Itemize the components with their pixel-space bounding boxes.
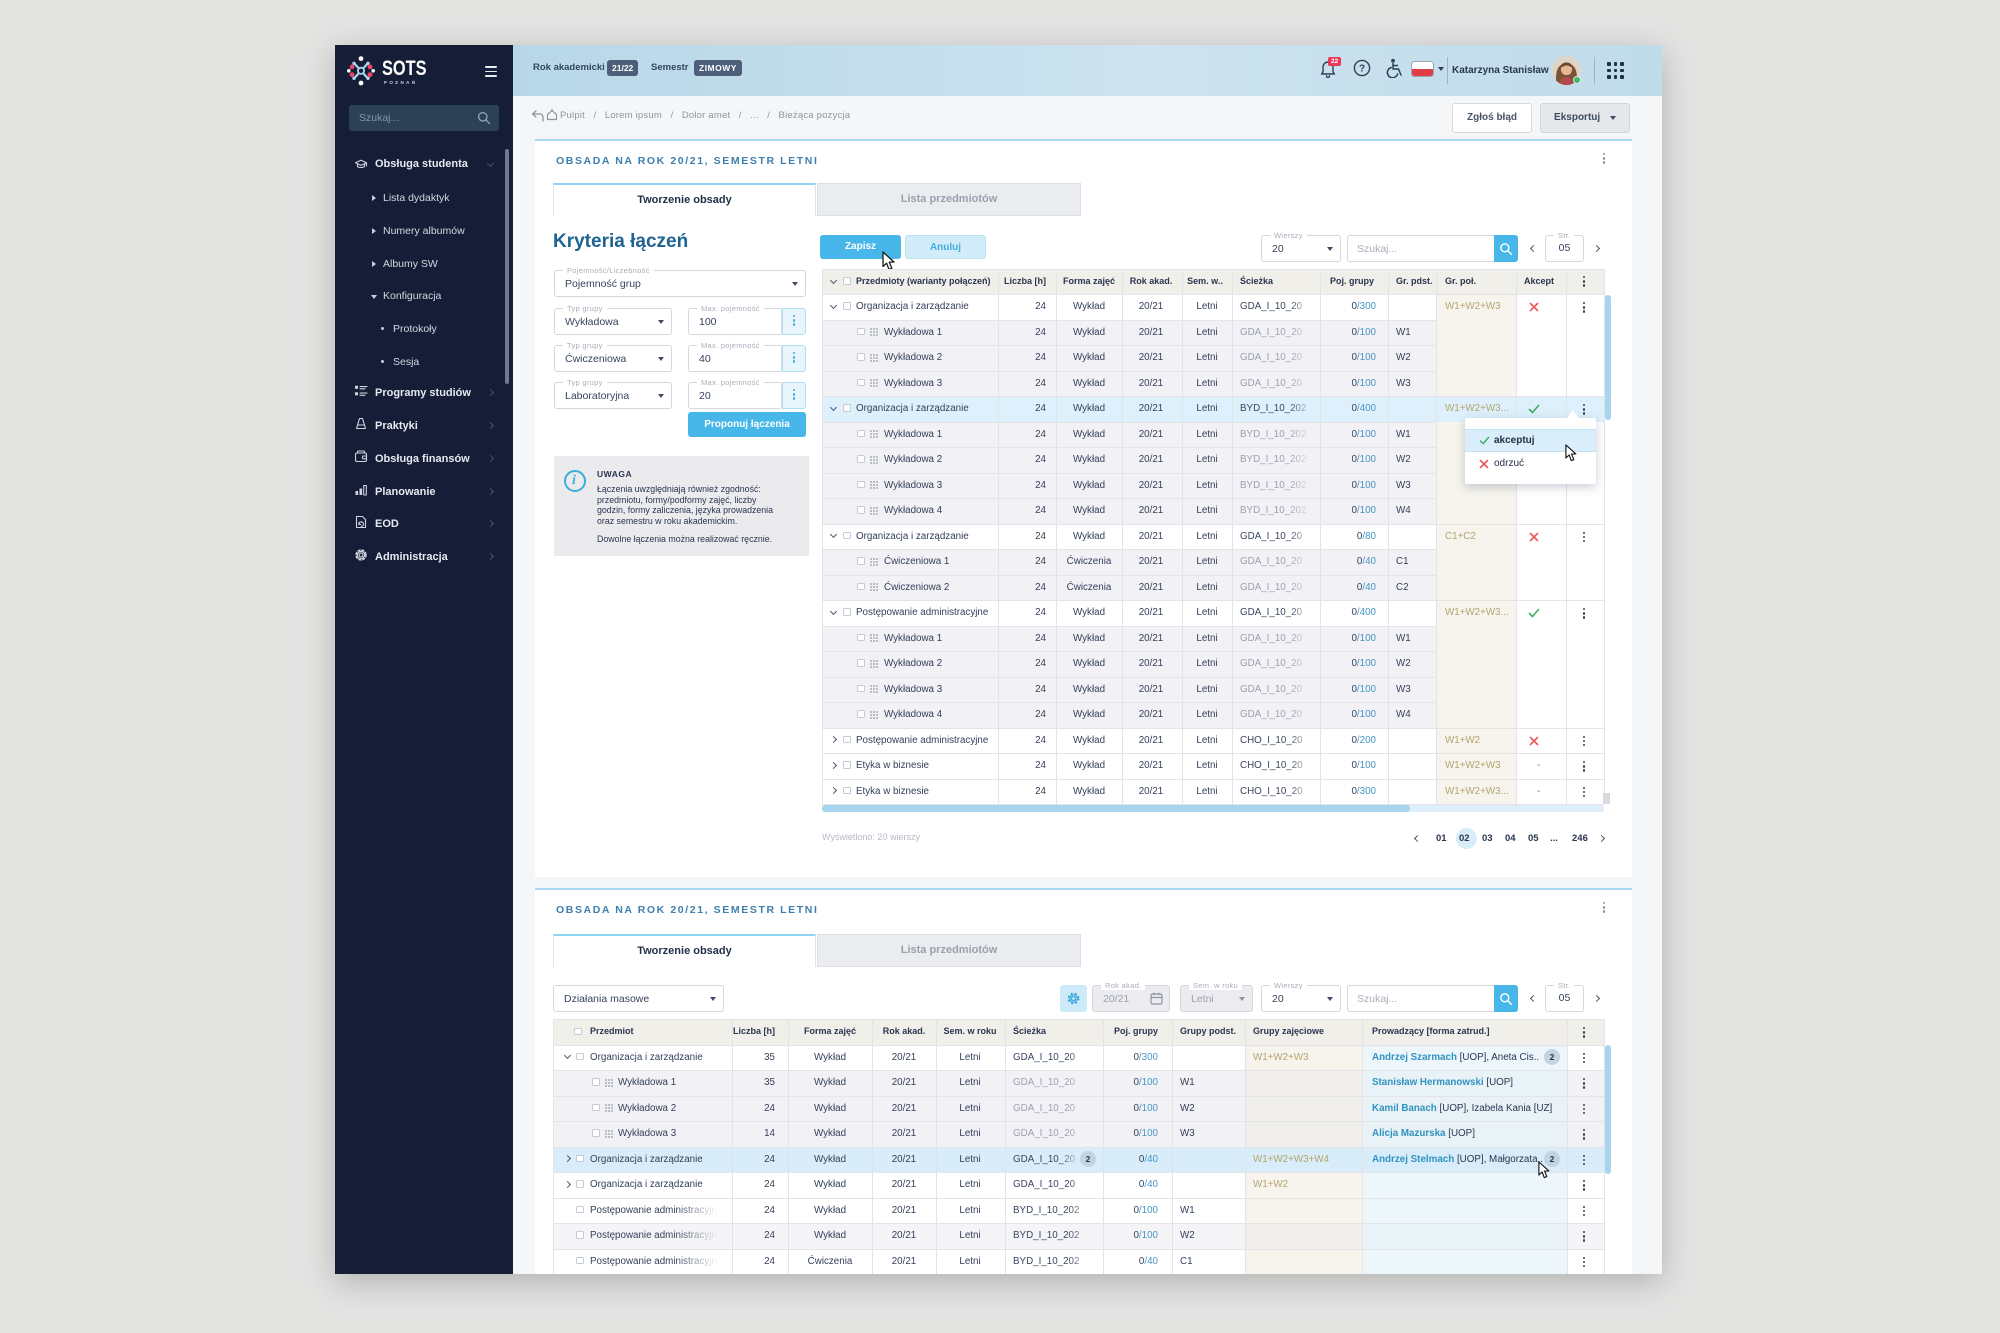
svg-text:?: ? [1359, 64, 1365, 75]
